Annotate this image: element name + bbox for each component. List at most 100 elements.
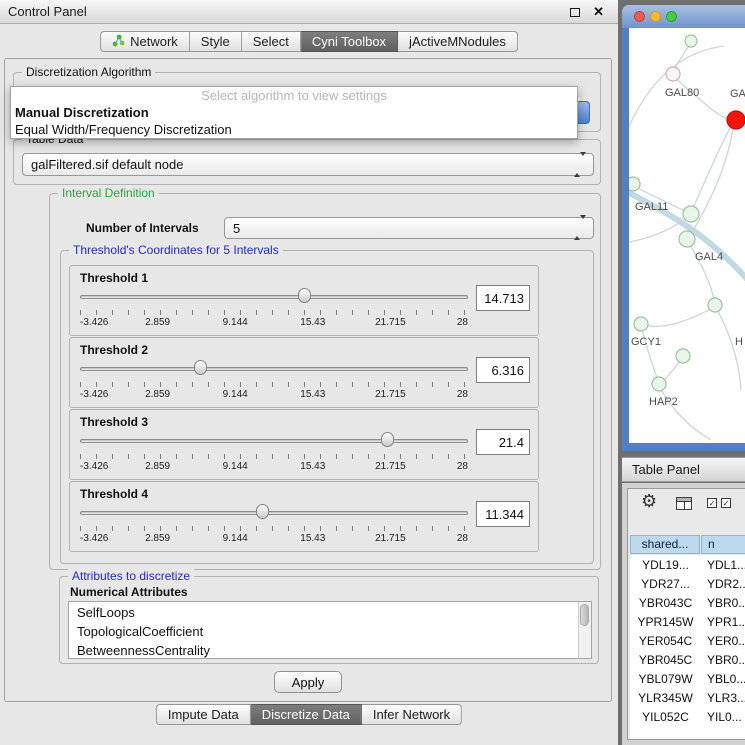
network-canvas[interactable]: GAL80 GA GAL11 GAL4 GCY1 H HAP2: [629, 28, 745, 443]
tick-label: 15.43: [300, 389, 325, 400]
threshold-value-input[interactable]: [476, 501, 530, 527]
table-cell[interactable]: YPR1...: [701, 615, 745, 629]
tick-label: 28: [457, 461, 468, 472]
node-label: GCY1: [631, 336, 661, 348]
tick-label: 9.144: [223, 533, 248, 544]
network-node[interactable]: [679, 231, 695, 247]
attribute-list-item[interactable]: TopologicalCoefficient: [69, 622, 578, 641]
network-node[interactable]: [652, 377, 666, 391]
table-cell[interactable]: YIL0...: [701, 710, 742, 724]
attribute-list-item[interactable]: SelfLoops: [69, 603, 578, 622]
dropdown-option-equal-width[interactable]: Equal Width/Frequency Discretization: [11, 121, 577, 138]
table-cell[interactable]: YBR0...: [701, 653, 745, 667]
close-traffic-light-icon[interactable]: [634, 11, 645, 22]
network-node-selected[interactable]: [727, 111, 745, 129]
slider-track[interactable]: [80, 367, 468, 371]
slider-thumb[interactable]: [194, 360, 207, 375]
network-node[interactable]: [629, 177, 640, 191]
table-cell[interactable]: YBR043C: [630, 596, 701, 610]
table-row[interactable]: YDL19...YDL1...: [630, 555, 745, 574]
table-cell[interactable]: YBR0...: [701, 596, 745, 610]
table-row[interactable]: YBR043CYBR0...: [630, 593, 745, 612]
slider-track[interactable]: [80, 439, 468, 443]
slider-track[interactable]: [80, 295, 468, 299]
num-intervals-combobox[interactable]: 5: [224, 217, 594, 239]
table-data-combobox[interactable]: galFiltered.sif default node: [22, 153, 594, 176]
table-row[interactable]: YBL079WYBL0...: [630, 669, 745, 688]
table-cell[interactable]: YLR345W: [630, 691, 701, 705]
slider-thumb[interactable]: [298, 288, 311, 303]
network-edge: [691, 122, 733, 212]
table-cell[interactable]: YER0...: [701, 634, 745, 648]
threshold-slider[interactable]: [80, 504, 468, 522]
list-scrollbar[interactable]: [578, 602, 591, 658]
slider-thumb[interactable]: [256, 504, 269, 519]
network-node[interactable]: [683, 206, 699, 222]
table-cell[interactable]: YPR145W: [630, 615, 701, 629]
table-row[interactable]: YPR145WYPR1...: [630, 612, 745, 631]
network-icon: [112, 34, 125, 50]
minimize-traffic-light-icon[interactable]: [650, 11, 661, 22]
apply-button[interactable]: Apply: [274, 671, 342, 693]
slider-thumb[interactable]: [381, 432, 394, 447]
network-node[interactable]: [685, 35, 697, 47]
threshold-value-input[interactable]: [476, 357, 530, 383]
tick-label: -3.426: [80, 389, 108, 400]
checkbox-icon[interactable]: ✓: [721, 498, 731, 508]
threshold-value-input[interactable]: [476, 285, 530, 311]
table-cell[interactable]: YLR3...: [701, 691, 745, 705]
attribute-list-item[interactable]: BetweennessCentrality: [69, 641, 578, 659]
network-node[interactable]: [634, 317, 648, 331]
slider-track[interactable]: [80, 511, 468, 515]
threshold-value-input[interactable]: [476, 429, 530, 455]
tab-impute-data[interactable]: Impute Data: [156, 704, 251, 725]
table-cell[interactable]: YIL052C: [630, 710, 701, 724]
table-row[interactable]: YIL052CYIL0...: [630, 707, 745, 726]
threshold-slider[interactable]: [80, 288, 468, 306]
table-cell[interactable]: YDR2...: [701, 577, 745, 591]
network-node[interactable]: [666, 67, 680, 81]
table-cell[interactable]: YDL1...: [701, 558, 745, 572]
tick-label: 21.715: [375, 389, 406, 400]
tab-label: jActiveMNodules: [409, 34, 506, 49]
table-cell[interactable]: YDR27...: [630, 577, 701, 591]
attribute-listbox[interactable]: SelfLoopsTopologicalCoefficientBetweenne…: [68, 601, 592, 659]
scrollbar-thumb[interactable]: [580, 604, 589, 626]
tick-label: 2.859: [145, 461, 170, 472]
node-label: GAL80: [665, 87, 699, 99]
tab-infer-network[interactable]: Infer Network: [362, 704, 462, 725]
threshold-slider[interactable]: [80, 360, 468, 378]
table-cell[interactable]: YBL0...: [701, 672, 745, 686]
checkbox-icon[interactable]: ✓: [707, 498, 717, 508]
column-header-shared-name[interactable]: shared...: [630, 535, 700, 554]
table-cell[interactable]: YBL079W: [630, 672, 701, 686]
tab-discretize-data[interactable]: Discretize Data: [251, 704, 362, 725]
close-icon[interactable]: ✕: [593, 4, 604, 20]
table-row[interactable]: YLR345WYLR3...: [630, 688, 745, 707]
threshold-slider[interactable]: [80, 432, 468, 450]
tab-network[interactable]: Network: [100, 31, 190, 52]
combo-arrows-icon: [574, 219, 586, 237]
tab-jactivemnodules[interactable]: jActiveMNodules: [398, 31, 518, 52]
dropdown-option-manual[interactable]: Manual Discretization: [11, 104, 577, 121]
bottom-tab-bar: Impute Data Discretize Data Infer Networ…: [156, 704, 462, 725]
tab-label: Discretize Data: [262, 707, 350, 722]
table-row[interactable]: YBR045CYBR0...: [630, 650, 745, 669]
tab-select[interactable]: Select: [242, 31, 301, 52]
table-cell[interactable]: YBR045C: [630, 653, 701, 667]
columns-icon[interactable]: [676, 497, 692, 510]
column-header-name[interactable]: n: [701, 535, 745, 554]
float-window-icon[interactable]: [570, 8, 580, 17]
table-cell[interactable]: YDL19...: [630, 558, 701, 572]
table-row[interactable]: YER054CYER0...: [630, 631, 745, 650]
gear-icon[interactable]: ⚙: [641, 491, 657, 512]
tab-style[interactable]: Style: [190, 31, 242, 52]
tab-cyni-toolbox[interactable]: Cyni Toolbox: [301, 31, 398, 52]
network-node[interactable]: [708, 298, 722, 312]
zoom-traffic-light-icon[interactable]: [666, 11, 677, 22]
table-cell[interactable]: YER054C: [630, 634, 701, 648]
network-node[interactable]: [676, 349, 690, 363]
table-row[interactable]: YDR27...YDR2...: [630, 574, 745, 593]
network-view-window: GAL80 GA GAL11 GAL4 GCY1 H HAP2: [622, 5, 745, 451]
tick-label: 2.859: [145, 533, 170, 544]
